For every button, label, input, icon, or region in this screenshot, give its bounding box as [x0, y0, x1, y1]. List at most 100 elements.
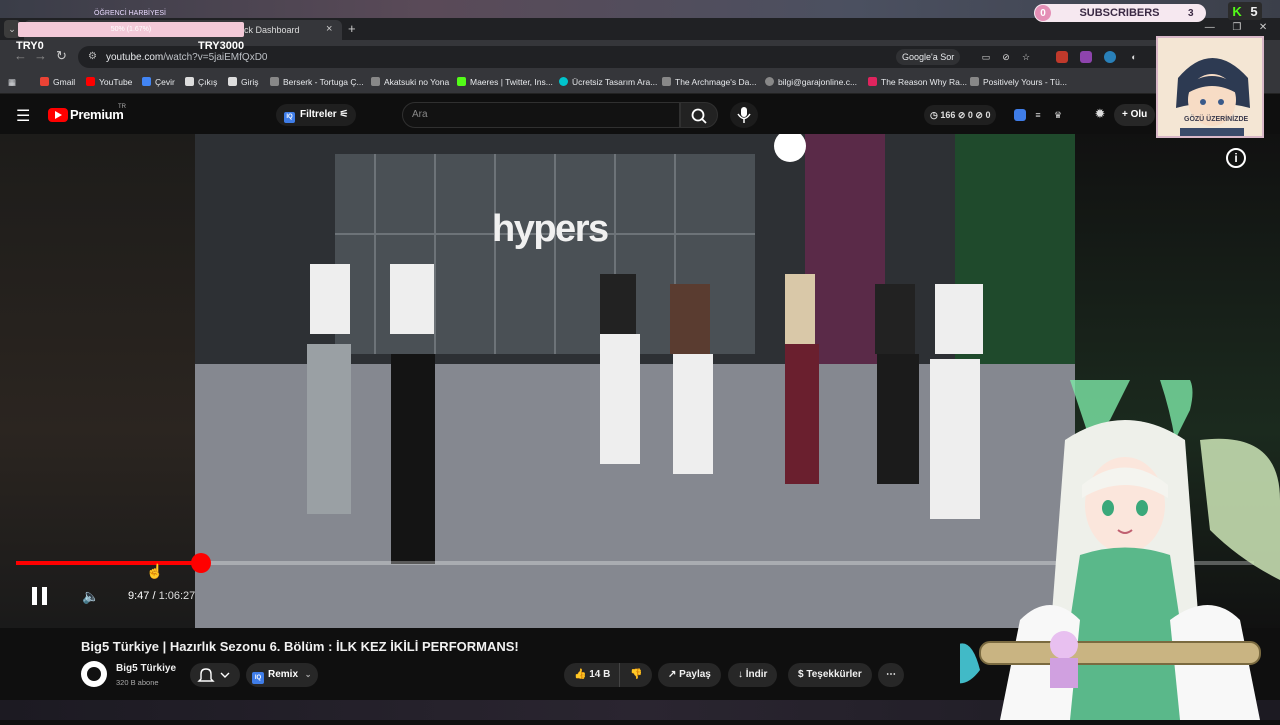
- bookmark-label: Maeres | Twitter, Ins...: [470, 77, 553, 87]
- new-tab-button[interactable]: +: [348, 21, 356, 36]
- site-info-icon[interactable]: ⚙: [88, 51, 97, 62]
- pause-button[interactable]: [32, 587, 48, 605]
- video-watermark: hypers: [492, 208, 609, 250]
- create-button[interactable]: + Olu: [1114, 104, 1156, 126]
- like-count: 14 B: [589, 669, 611, 680]
- seek-handle[interactable]: [191, 553, 211, 573]
- more-icon: ⋯: [886, 669, 896, 680]
- time-display: 9:47 / 1:06:27: [128, 590, 195, 602]
- bookmark-icon: [970, 77, 979, 86]
- extension-icon[interactable]: [1056, 51, 1068, 63]
- star-icon[interactable]: ☆: [1020, 51, 1032, 63]
- overlay-progress-banner: 50% (1.67%): [18, 22, 244, 37]
- search-button[interactable]: [680, 102, 718, 128]
- notification-bell-button[interactable]: [190, 663, 240, 687]
- bookmark-item[interactable]: Çıkış: [185, 77, 217, 87]
- bookmark-item[interactable]: Ücretsiz Tasarım Ara...: [559, 77, 657, 87]
- cast-icon[interactable]: ▭: [980, 51, 992, 63]
- extension-gear-icon[interactable]: ✹: [1094, 107, 1106, 120]
- bookmark-item[interactable]: Positively Yours - Tü...: [970, 77, 1067, 87]
- subs-label: SUBSCRIBERS: [1079, 7, 1160, 19]
- maximize-button[interactable]: ❐: [1232, 22, 1241, 33]
- bookmark-item[interactable]: Giriş: [228, 77, 258, 87]
- info-icon[interactable]: i: [1226, 148, 1246, 168]
- bookmark-label: Çıkış: [198, 77, 218, 87]
- remix-button[interactable]: IQ Remix ⌄: [246, 663, 318, 687]
- minimize-button[interactable]: —: [1205, 22, 1215, 33]
- time-separator: /: [149, 590, 159, 602]
- channel-name[interactable]: Big5 Türkiye: [116, 663, 176, 674]
- bookmark-item[interactable]: YouTube: [86, 77, 132, 87]
- bookmark-item[interactable]: Maeres | Twitter, Ins...: [457, 77, 553, 87]
- window-controls: — ❐ ✕: [1196, 22, 1276, 33]
- kick-badge: K 5: [1228, 2, 1262, 20]
- microphone-icon: [737, 107, 751, 123]
- extension-icon[interactable]: [1080, 51, 1092, 63]
- globe-icon: [765, 77, 774, 86]
- bookmark-item[interactable]: Berserk - Tortuga Ç...: [270, 77, 364, 87]
- bookmark-label: bilgi@garajonline.c...: [778, 77, 858, 87]
- premium-label[interactable]: Premium: [70, 107, 124, 122]
- bookmark-item[interactable]: The Archmage's Da...: [662, 77, 756, 87]
- more-actions-button[interactable]: ⋯: [878, 663, 904, 687]
- eye-off-icon[interactable]: ⊘: [1000, 51, 1012, 63]
- share-button[interactable]: ↗ Paylaş: [658, 663, 721, 687]
- google-ask-button[interactable]: Google'a Sor: [896, 49, 961, 65]
- subs-count-left: 0: [1035, 5, 1051, 21]
- close-window-button[interactable]: ✕: [1259, 22, 1267, 33]
- remix-label: Remix: [268, 669, 299, 680]
- like-button[interactable]: 👍 14 B: [564, 663, 621, 687]
- extension-icon[interactable]: ◐: [1128, 51, 1140, 63]
- bookmark-label: Çevir: [155, 77, 175, 87]
- trophy-icon[interactable]: ♛: [1052, 109, 1064, 121]
- thanks-button[interactable]: $ Teşekkürler: [788, 663, 872, 687]
- bookmark-item[interactable]: bilgi@garajonline.c...: [765, 77, 857, 87]
- overlay-try-right: TRY3000: [198, 40, 245, 52]
- time-duration: 1:06:27: [158, 590, 196, 602]
- overlay-try-left: TRY0: [16, 40, 44, 52]
- dislike-button[interactable]: 👎: [619, 663, 653, 687]
- bookmark-icon: [559, 77, 568, 86]
- bookmark-icon: [868, 77, 877, 86]
- bookmark-item[interactable]: Akatsuki no Yona: [371, 77, 449, 87]
- video-title: Big5 Türkiye | Hazırlık Sezonu 6. Bölüm …: [81, 639, 519, 654]
- video-scene: [195, 134, 1075, 628]
- extension-icon[interactable]: [1104, 51, 1116, 63]
- tab-close-icon[interactable]: ×: [326, 23, 332, 35]
- bookmark-item[interactable]: Gmail: [40, 77, 75, 87]
- list-icon[interactable]: ≡: [1032, 109, 1044, 121]
- voice-search-button[interactable]: [730, 102, 758, 128]
- filters-button[interactable]: IQ Filtreler ⚟: [276, 104, 357, 126]
- download-button[interactable]: ↓ İndir: [728, 663, 778, 687]
- bookmark-icon: [662, 77, 671, 86]
- bookmark-label: The Reason Why Ra...: [881, 77, 967, 87]
- bookmark-item[interactable]: The Reason Why Ra...: [868, 77, 967, 87]
- channel-subscribers: 320 B abone: [116, 678, 159, 687]
- seek-progress: [16, 561, 201, 565]
- filters-label: Filtreler: [300, 109, 337, 120]
- channel-logo-icon: [87, 667, 101, 681]
- bookmark-label: Giriş: [241, 77, 259, 87]
- thanks-icon: $: [798, 669, 804, 680]
- reload-icon[interactable]: ↻: [56, 48, 67, 64]
- volume-icon[interactable]: 🔈: [82, 588, 99, 605]
- video-frame[interactable]: [195, 134, 1075, 628]
- search-input[interactable]: [402, 102, 680, 128]
- download-label: İndir: [745, 669, 768, 680]
- extension-stats[interactable]: ◷ 166 ⊘ 0 ⊘ 0: [924, 105, 997, 125]
- bookmark-label: The Archmage's Da...: [675, 77, 757, 87]
- search-placeholder: Ara: [412, 109, 428, 120]
- apps-icon[interactable]: ▦: [8, 77, 16, 88]
- create-label: Olu: [1130, 109, 1148, 120]
- youtube-icon: [86, 77, 95, 86]
- kick-count: 5: [1250, 3, 1258, 19]
- extension-icon[interactable]: [1014, 109, 1026, 121]
- bookmark-item[interactable]: Çevir: [142, 77, 175, 87]
- menu-icon[interactable]: ☰: [16, 106, 30, 126]
- download-icon: ↓: [738, 669, 743, 680]
- tab-title[interactable]: ck Dashboard: [244, 25, 300, 35]
- bookmark-label: Positively Yours - Tü...: [983, 77, 1067, 87]
- time-current: 9:47: [128, 590, 150, 602]
- url-text[interactable]: youtube.com/watch?v=5jaiEMfQxD0: [106, 52, 267, 63]
- bookmark-label: YouTube: [99, 77, 133, 87]
